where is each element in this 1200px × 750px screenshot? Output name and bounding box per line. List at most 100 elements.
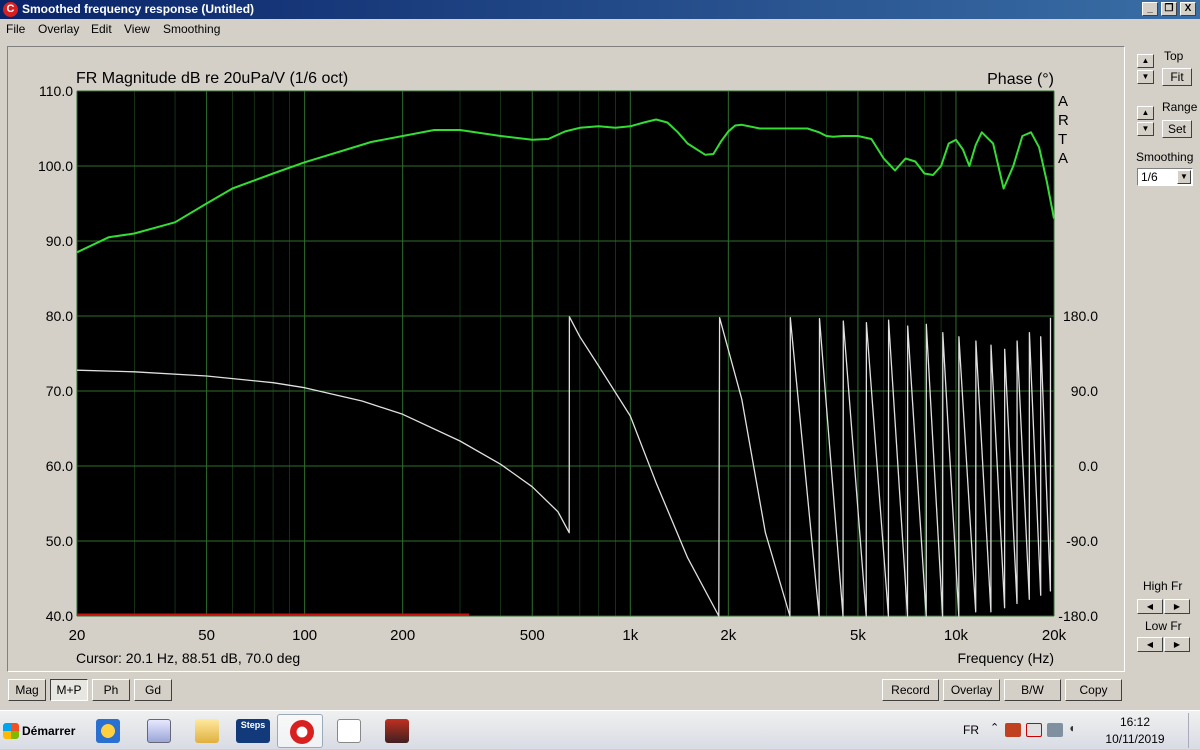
system-tray: FR ⌃ ◖ 16:12 10/11/2019 — [940, 711, 1200, 750]
taskbar: Démarrer Steps FR ⌃ ◖ 16:12 10/11/2019 — [0, 710, 1200, 749]
taskbar-app-explorer[interactable] — [183, 714, 229, 748]
plot-panel: 110.0 100.0 90.0 80.0 70.0 60.0 50.0 40.0 180.0 9… — [7, 46, 1125, 672]
smoothing-select[interactable]: 1/6 ▼ — [1137, 168, 1193, 186]
bottom-toolbar: Mag M+P Ph Gd Record Overlay B/W Copy — [0, 676, 1200, 706]
x-tick-label: 200 — [390, 627, 415, 644]
maximize-button[interactable]: ❐ — [1161, 2, 1177, 16]
network-icon[interactable] — [1047, 723, 1063, 737]
start-label: Démarrer — [22, 724, 76, 738]
taskbar-app-steps[interactable]: Steps — [230, 714, 276, 748]
top-up-spin[interactable]: ▲ — [1137, 54, 1154, 68]
start-button[interactable]: Démarrer — [0, 715, 82, 747]
app-icon[interactable]: C — [3, 2, 18, 17]
phase-axis-title: Phase (°) — [987, 71, 1054, 88]
speaker-icon[interactable]: ◖ — [1068, 721, 1084, 735]
arta-icon — [290, 720, 314, 744]
window-title: Smoothed frequency response (Untitled) — [22, 2, 255, 16]
x-tick-label: 500 — [520, 627, 545, 644]
steps-icon: Steps — [236, 719, 270, 743]
y2-tick-label: -180.0 — [1058, 608, 1098, 624]
taskbar-app-arta[interactable] — [277, 714, 323, 748]
high-fr-label: High Fr — [1143, 579, 1183, 593]
top-label: Top — [1164, 49, 1184, 63]
range-up-spin[interactable]: ▲ — [1137, 106, 1154, 120]
top-down-spin[interactable]: ▼ — [1137, 70, 1154, 84]
taskbar-app-calculator[interactable] — [135, 714, 181, 748]
x-tick-label: 2k — [720, 627, 736, 644]
menu-bar: File Overlay Edit View Smoothing — [0, 19, 1200, 39]
smoothing-label: Smoothing — [1136, 150, 1194, 164]
low-fr-label: Low Fr — [1145, 619, 1182, 633]
y-tick-label: 100.0 — [38, 158, 73, 174]
range-label: Range — [1162, 100, 1198, 114]
smoothing-value: 1/6 — [1141, 170, 1158, 184]
taskbar-app-media-player[interactable] — [84, 714, 130, 748]
app-window: C Smoothed frequency response (Untitled)… — [0, 0, 1200, 710]
chart-title: FR Magnitude dB re 20uPa/V (1/6 oct) — [76, 70, 348, 87]
minimize-button[interactable]: _ — [1142, 2, 1158, 16]
y2-tick-label: 0.0 — [1079, 458, 1099, 474]
y-tick-label: 40.0 — [46, 608, 73, 624]
low-fr-right-button[interactable]: ▶ — [1164, 637, 1190, 652]
arta-watermark-letter: A — [1058, 93, 1068, 110]
calculator-icon — [147, 719, 171, 743]
y-tick-label: 60.0 — [46, 458, 73, 474]
x-axis-title: Frequency (Hz) — [958, 650, 1054, 666]
arta-watermark-letter: R — [1058, 112, 1069, 129]
mp-button[interactable]: M+P — [50, 679, 88, 701]
y-tick-label: 50.0 — [46, 533, 73, 549]
chevron-down-icon[interactable]: ▼ — [1177, 170, 1191, 184]
x-tick-label: 20 — [69, 627, 86, 644]
record-button[interactable]: Record — [882, 679, 939, 701]
y-tick-label: 70.0 — [46, 383, 73, 399]
y2-tick-label: 180.0 — [1063, 308, 1098, 324]
range-down-spin[interactable]: ▼ — [1137, 122, 1154, 136]
copy-button[interactable]: Copy — [1065, 679, 1122, 701]
title-bar[interactable]: C Smoothed frequency response (Untitled)… — [0, 0, 1200, 19]
x-tick-label: 50 — [198, 627, 215, 644]
gd-button[interactable]: Gd — [134, 679, 172, 701]
cursor-readout: Cursor: 20.1 Hz, 88.51 dB, 70.0 deg — [76, 650, 300, 666]
menu-view[interactable]: View — [124, 22, 150, 36]
x-tick-label: 100 — [292, 627, 317, 644]
fit-button[interactable]: Fit — [1162, 68, 1192, 86]
arta-watermark-letter: T — [1058, 131, 1067, 148]
set-button[interactable]: Set — [1162, 120, 1192, 138]
windows-logo-icon — [3, 723, 19, 739]
mag-button[interactable]: Mag — [8, 679, 46, 701]
frequency-response-chart[interactable]: 110.0 100.0 90.0 80.0 70.0 60.0 50.0 40.0 180.0 9… — [8, 47, 1124, 671]
folder-icon — [195, 719, 219, 743]
bw-button[interactable]: B/W — [1004, 679, 1061, 701]
chevron-up-icon[interactable]: ⌃ — [990, 721, 999, 734]
menu-overlay[interactable]: Overlay — [38, 22, 79, 36]
high-fr-left-button[interactable]: ◀ — [1137, 599, 1163, 614]
clock-date[interactable]: 10/11/2019 — [1100, 732, 1170, 746]
x-tick-label: 10k — [944, 627, 969, 644]
clock-time[interactable]: 16:12 — [1110, 715, 1160, 729]
y-tick-label: 90.0 — [46, 233, 73, 249]
x-tick-label: 5k — [850, 627, 866, 644]
arta-watermark-letter: A — [1058, 150, 1068, 167]
media-player-icon — [96, 719, 120, 743]
x-tick-label: 1k — [622, 627, 638, 644]
right-panel: ▲ ▼ Top Fit ▲ ▼ Range Set Smoothing 1/6 … — [1128, 40, 1200, 680]
taskbar-app-limp[interactable] — [325, 714, 371, 748]
photo-icon — [385, 719, 409, 743]
language-indicator[interactable]: FR — [963, 723, 979, 737]
overlay-button[interactable]: Overlay — [943, 679, 1000, 701]
taskbar-app-photo[interactable] — [373, 714, 419, 748]
impedance-plot-icon — [337, 719, 361, 743]
low-fr-left-button[interactable]: ◀ — [1137, 637, 1163, 652]
close-button[interactable]: X — [1180, 2, 1196, 16]
show-desktop-button[interactable] — [1188, 713, 1198, 748]
y2-tick-label: -90.0 — [1066, 533, 1098, 549]
flag-alert-icon[interactable] — [1026, 723, 1042, 737]
menu-edit[interactable]: Edit — [91, 22, 112, 36]
y2-tick-label: 90.0 — [1071, 383, 1098, 399]
high-fr-right-button[interactable]: ▶ — [1164, 599, 1190, 614]
x-tick-label: 20k — [1042, 627, 1067, 644]
network-alert-icon[interactable] — [1005, 723, 1021, 737]
menu-smoothing[interactable]: Smoothing — [163, 22, 220, 36]
menu-file[interactable]: File — [6, 22, 25, 36]
ph-button[interactable]: Ph — [92, 679, 130, 701]
